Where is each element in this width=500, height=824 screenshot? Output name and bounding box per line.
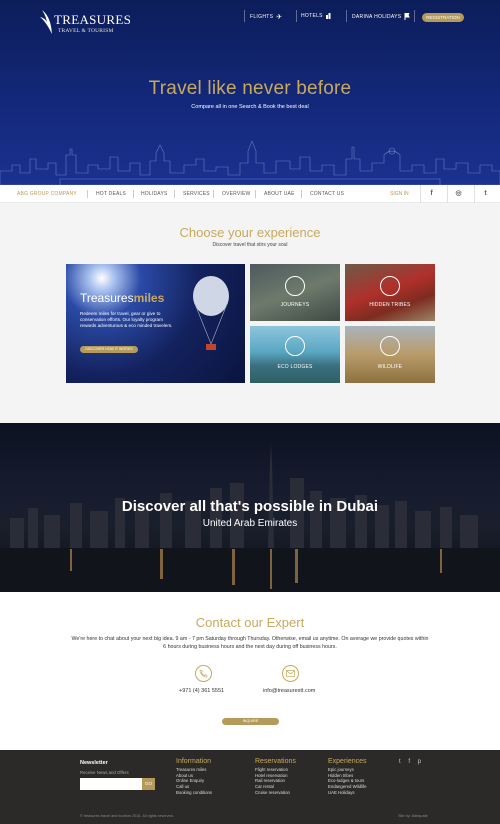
hero-title: Travel like never before <box>148 78 352 99</box>
flag-icon <box>404 13 411 20</box>
contact-section: Contact our Expert We're here to chat ab… <box>0 592 500 750</box>
dubai-banner: Discover all that's possible in Dubai Un… <box>0 423 500 592</box>
footer-heading: Experiences <box>328 758 367 765</box>
sign-in-link[interactable]: SIGN IN <box>390 191 409 197</box>
nav-darina-holidays[interactable]: DARINA HOLIDAYS <box>352 13 411 20</box>
nav-flights-label: FLIGHTS <box>250 14 274 20</box>
facebook-icon[interactable]: f <box>420 185 442 203</box>
divider <box>213 190 214 198</box>
nav-hot-deals[interactable]: HOT DEALS <box>96 191 126 197</box>
tile-wildlife[interactable]: WILDLIFE <box>345 326 435 383</box>
divider <box>244 10 245 22</box>
twitter-icon[interactable]: t <box>474 185 496 203</box>
tile-hidden-tribes[interactable]: HIDDEN TRIBES <box>345 264 435 321</box>
contact-title: Contact our Expert <box>195 615 305 630</box>
contact-phone[interactable]: +971 (4) 361 5551 <box>179 688 224 694</box>
footer-link[interactable]: Booking conditions <box>176 790 212 796</box>
footer-link[interactable]: Endangered Wildlife <box>328 784 367 790</box>
newsletter-email-input[interactable] <box>80 778 142 790</box>
city-skyline-illustration <box>0 140 500 185</box>
divider <box>301 190 302 198</box>
miles-title: Treasuresmiles <box>80 291 165 305</box>
dubai-subtitle: United Arab Emirates <box>202 518 298 529</box>
divider <box>174 190 175 198</box>
footer: Newsletter Receive News and Offers GO In… <box>0 750 500 824</box>
tile-wildlife-label: WILDLIFE <box>377 364 403 370</box>
tribes-icon <box>380 276 400 296</box>
nav-holidays[interactable]: HOLIDAYS <box>141 191 168 197</box>
treasures-miles-card[interactable]: Treasuresmiles Redeem miles for travel, … <box>66 264 245 383</box>
tile-eco-lodges-label: ECO LODGES <box>277 364 313 370</box>
nav-hotels[interactable]: HOTELS <box>301 13 332 19</box>
newsletter-go-button[interactable]: GO <box>142 778 155 790</box>
tile-journeys[interactable]: JOURNEYS <box>250 264 340 321</box>
nav-services[interactable]: SERVICES <box>183 191 210 197</box>
logo[interactable]: TREASURES TRAVEL & TOURISM <box>38 8 131 38</box>
site-credit[interactable]: Site by: Adequate <box>398 814 428 818</box>
nav-overview[interactable]: OVERVIEW <box>222 191 250 197</box>
contact-description: We're here to chat about your next big i… <box>71 636 429 650</box>
tile-hidden-tribes-label: HIDDEN TRIBES <box>369 302 411 308</box>
registration-button[interactable]: REGISTRATION <box>422 13 464 22</box>
nav-contact-us[interactable]: CONTACT US <box>310 191 344 197</box>
balloon-illustration <box>193 276 229 350</box>
page: TREASURES TRAVEL & TOURISM FLIGHTS ✈ HOT… <box>0 0 500 824</box>
experience-subtitle: Discover travel that stirs your soul <box>212 242 288 248</box>
experience-section: Choose your experience Discover travel t… <box>0 203 500 423</box>
divider <box>87 190 88 198</box>
hero-subtitle: Compare all in one Search & Book the bes… <box>191 104 309 110</box>
newsletter-subtitle: Receive News and Offers <box>80 770 129 775</box>
divider <box>133 190 134 198</box>
nav-flights[interactable]: FLIGHTS ✈ <box>250 13 282 21</box>
inquire-button[interactable]: INQUIRE <box>222 718 279 725</box>
divider <box>296 10 297 22</box>
wildlife-icon <box>380 336 400 356</box>
nav-about-uae[interactable]: ABOUT UAE <box>264 191 295 197</box>
contact-email[interactable]: info@treasurestt.com <box>263 688 315 694</box>
tile-journeys-label: JOURNEYS <box>280 302 310 308</box>
tile-eco-lodges[interactable]: ECO LODGES <box>250 326 340 383</box>
copyright-text: © treasures travel and tourism 2016. All… <box>80 814 174 818</box>
nav-darina-label: DARINA HOLIDAYS <box>352 13 402 20</box>
footer-column-reservations: Reservations Flight reservation Hotel re… <box>255 758 296 796</box>
divider <box>414 10 415 22</box>
footer-heading: Information <box>176 758 212 765</box>
footer-column-experiences: Experiences Epic journeys Hidden tribes … <box>328 758 367 796</box>
brand-name: TREASURES <box>54 12 132 27</box>
building-icon <box>325 13 331 19</box>
hero-section: TREASURES TRAVEL & TOURISM FLIGHTS ✈ HOT… <box>0 0 500 185</box>
nav-hotels-label: HOTELS <box>301 13 323 19</box>
brand-tagline: TRAVEL & TOURISM <box>58 28 114 34</box>
divider <box>346 10 347 22</box>
dubai-title: Discover all that's possible in Dubai <box>121 498 379 515</box>
divider <box>255 190 256 198</box>
footer-social-icons[interactable]: t f p <box>399 759 424 765</box>
newsletter-title: Newsletter <box>80 760 108 766</box>
discover-how-it-works-button[interactable]: DISCOVER HOW IT WORKS <box>80 346 138 353</box>
experience-title: Choose your experience <box>179 225 321 240</box>
phone-icon <box>195 665 212 682</box>
eco-lodge-icon <box>285 336 305 356</box>
footer-link[interactable]: Cruise reservation <box>255 790 296 796</box>
journeys-icon <box>285 276 305 296</box>
footer-column-information: Information Treasures miles About us Onl… <box>176 758 212 796</box>
main-navigation: ABG GROUP COMPANY HOT DEALS HOLIDAYS SER… <box>0 185 500 203</box>
instagram-icon[interactable]: ◎ <box>447 185 469 203</box>
footer-heading: Reservations <box>255 758 296 765</box>
plane-icon: ✈ <box>276 14 283 21</box>
mail-icon <box>282 665 299 682</box>
group-company-link[interactable]: ABG GROUP COMPANY <box>17 191 77 197</box>
footer-link[interactable]: UAE Holidays <box>328 790 367 796</box>
miles-description: Redeem miles for travel, gear or give to… <box>80 311 173 328</box>
